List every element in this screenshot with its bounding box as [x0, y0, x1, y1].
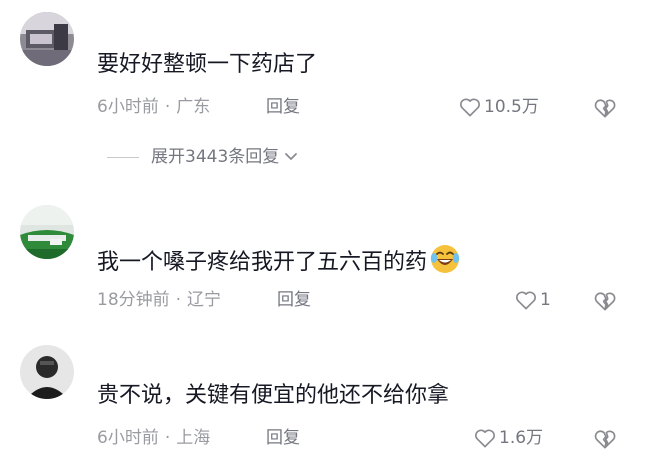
comment-text: 贵不说，关键有便宜的他还不给你拿: [97, 383, 450, 408]
comment-time: 6小时前: [97, 428, 159, 448]
comment-time: 6小时前: [97, 97, 159, 117]
like-button[interactable]: 1.6万: [474, 427, 543, 449]
comment-meta: 6小时前 · 广东: [97, 96, 210, 118]
expand-replies-button[interactable]: 展开3443条回复: [107, 146, 299, 168]
separator: ·: [175, 290, 182, 310]
reply-button[interactable]: 回复: [266, 96, 300, 118]
broken-heart-icon[interactable]: [594, 290, 616, 312]
heart-icon: [516, 291, 536, 310]
comment-meta: 6小时前 · 上海: [97, 427, 210, 449]
separator: ·: [164, 97, 171, 117]
reply-button[interactable]: 回复: [266, 427, 300, 449]
avatar[interactable]: [20, 205, 74, 259]
like-button[interactable]: 10.5万: [459, 96, 539, 118]
comment-text-content: 我一个嗓子疼给我开了五六百的药: [97, 250, 428, 275]
laughing-crying-emoji-icon: [429, 243, 461, 284]
expand-replies-label: 展开3443条回复: [151, 147, 280, 167]
like-button[interactable]: 1: [515, 289, 551, 311]
heart-icon: [460, 98, 480, 117]
comment-text: 要好好整顿一下药店了: [97, 52, 318, 77]
comment-3: 贵不说，关键有便宜的他还不给你拿 6小时前 · 上海 回复 1.6万: [0, 325, 660, 466]
avatar[interactable]: [20, 345, 74, 399]
comment-meta: 18分钟前 · 辽宁: [97, 289, 221, 311]
broken-heart-icon[interactable]: [594, 97, 616, 119]
divider: [107, 156, 139, 158]
like-count: 1: [540, 290, 551, 310]
comment-location: 广东: [176, 97, 211, 117]
avatar[interactable]: [20, 12, 74, 66]
broken-heart-icon[interactable]: [594, 428, 616, 450]
comment-2: 我一个嗓子疼给我开了五六百的药 18分钟前 · 辽宁 回复 1: [0, 185, 660, 325]
like-count: 10.5万: [484, 97, 539, 117]
comment-location: 上海: [176, 428, 211, 448]
like-count: 1.6万: [499, 428, 544, 448]
reply-button[interactable]: 回复: [277, 289, 311, 311]
comment-time: 18分钟前: [97, 290, 170, 310]
comment-text: 我一个嗓子疼给我开了五六百的药: [97, 243, 461, 284]
chevron-down-icon: [285, 153, 298, 160]
comment-location: 辽宁: [187, 290, 222, 310]
separator: ·: [164, 428, 171, 448]
heart-icon: [475, 429, 495, 448]
comment-1: 要好好整顿一下药店了 6小时前 · 广东 回复 10.5万 展开3443条回复: [0, 0, 660, 185]
